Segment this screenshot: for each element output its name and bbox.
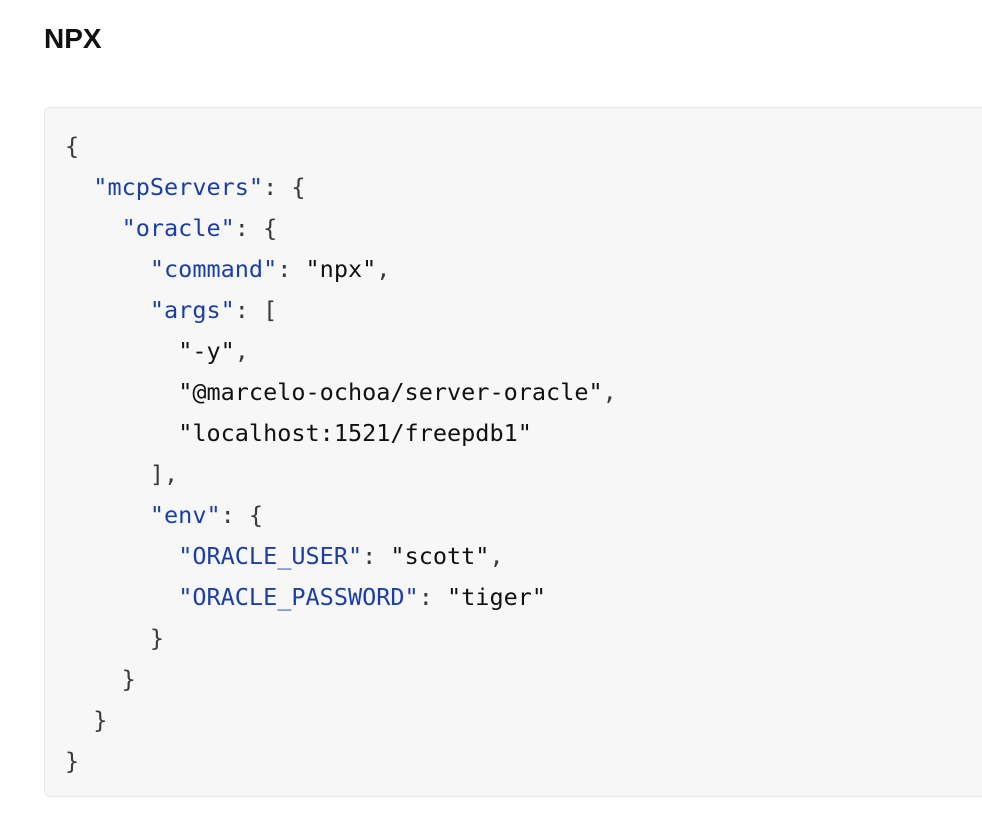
json-key-token: "args" — [149, 296, 235, 324]
code-line: "command": "npx", — [65, 249, 617, 290]
json-punctuation-token: : [ — [234, 296, 278, 324]
code-line: "-y", — [65, 331, 617, 372]
json-string-token: "npx" — [305, 255, 377, 283]
code-block[interactable]: { "mcpServers": { "oracle": { "command":… — [44, 107, 982, 797]
json-key-token: "ORACLE_PASSWORD" — [178, 583, 419, 611]
json-punctuation-token: : — [277, 255, 306, 283]
json-string-token: "tiger" — [447, 583, 547, 611]
code-lines: { "mcpServers": { "oracle": { "command":… — [65, 126, 617, 782]
code-line: "localhost:1521/freepdb1" — [65, 413, 617, 454]
json-punctuation-token: , — [602, 378, 617, 406]
json-punctuation-token: : { — [263, 173, 306, 201]
code-line: } — [65, 659, 617, 700]
json-punctuation-token: ], — [149, 460, 179, 488]
code-line: ], — [65, 454, 617, 495]
code-line: "mcpServers": { — [65, 167, 617, 208]
json-punctuation-token: } — [149, 624, 165, 652]
code-line: "ORACLE_USER": "scott", — [65, 536, 617, 577]
json-punctuation-token: , — [234, 337, 249, 365]
json-key-token: "env" — [149, 501, 221, 529]
code-line: "ORACLE_PASSWORD": "tiger" — [65, 577, 617, 618]
json-string-token: "-y" — [178, 337, 235, 365]
json-punctuation-token: , — [489, 542, 504, 570]
code-line: } — [65, 700, 617, 741]
code-line: "@marcelo-ochoa/server-oracle", — [65, 372, 617, 413]
json-string-token: "scott" — [390, 542, 490, 570]
code-line: "args": [ — [65, 290, 617, 331]
json-punctuation-token: } — [121, 665, 136, 693]
code-line: "env": { — [65, 495, 617, 536]
json-key-token: "oracle" — [121, 214, 235, 242]
json-punctuation-token: { — [65, 132, 80, 160]
json-punctuation-token: : { — [234, 214, 278, 242]
section-heading: NPX — [44, 23, 102, 54]
json-punctuation-token: : — [418, 583, 448, 611]
code-line: "oracle": { — [65, 208, 617, 249]
json-punctuation-token: : — [362, 542, 391, 570]
json-string-token: "@marcelo-ochoa/server-oracle" — [178, 378, 603, 406]
code-line: } — [65, 618, 617, 659]
json-key-token: "mcpServers" — [93, 173, 264, 201]
code-line: } — [65, 741, 617, 782]
json-key-token: "ORACLE_USER" — [178, 542, 363, 570]
json-punctuation-token: } — [65, 747, 80, 775]
json-punctuation-token: , — [376, 255, 391, 283]
json-punctuation-token: : { — [220, 501, 264, 529]
json-key-token: "command" — [149, 255, 278, 283]
json-punctuation-token: } — [93, 706, 108, 734]
code-line: { — [65, 126, 617, 167]
json-string-token: "localhost:1521/freepdb1" — [178, 419, 532, 447]
